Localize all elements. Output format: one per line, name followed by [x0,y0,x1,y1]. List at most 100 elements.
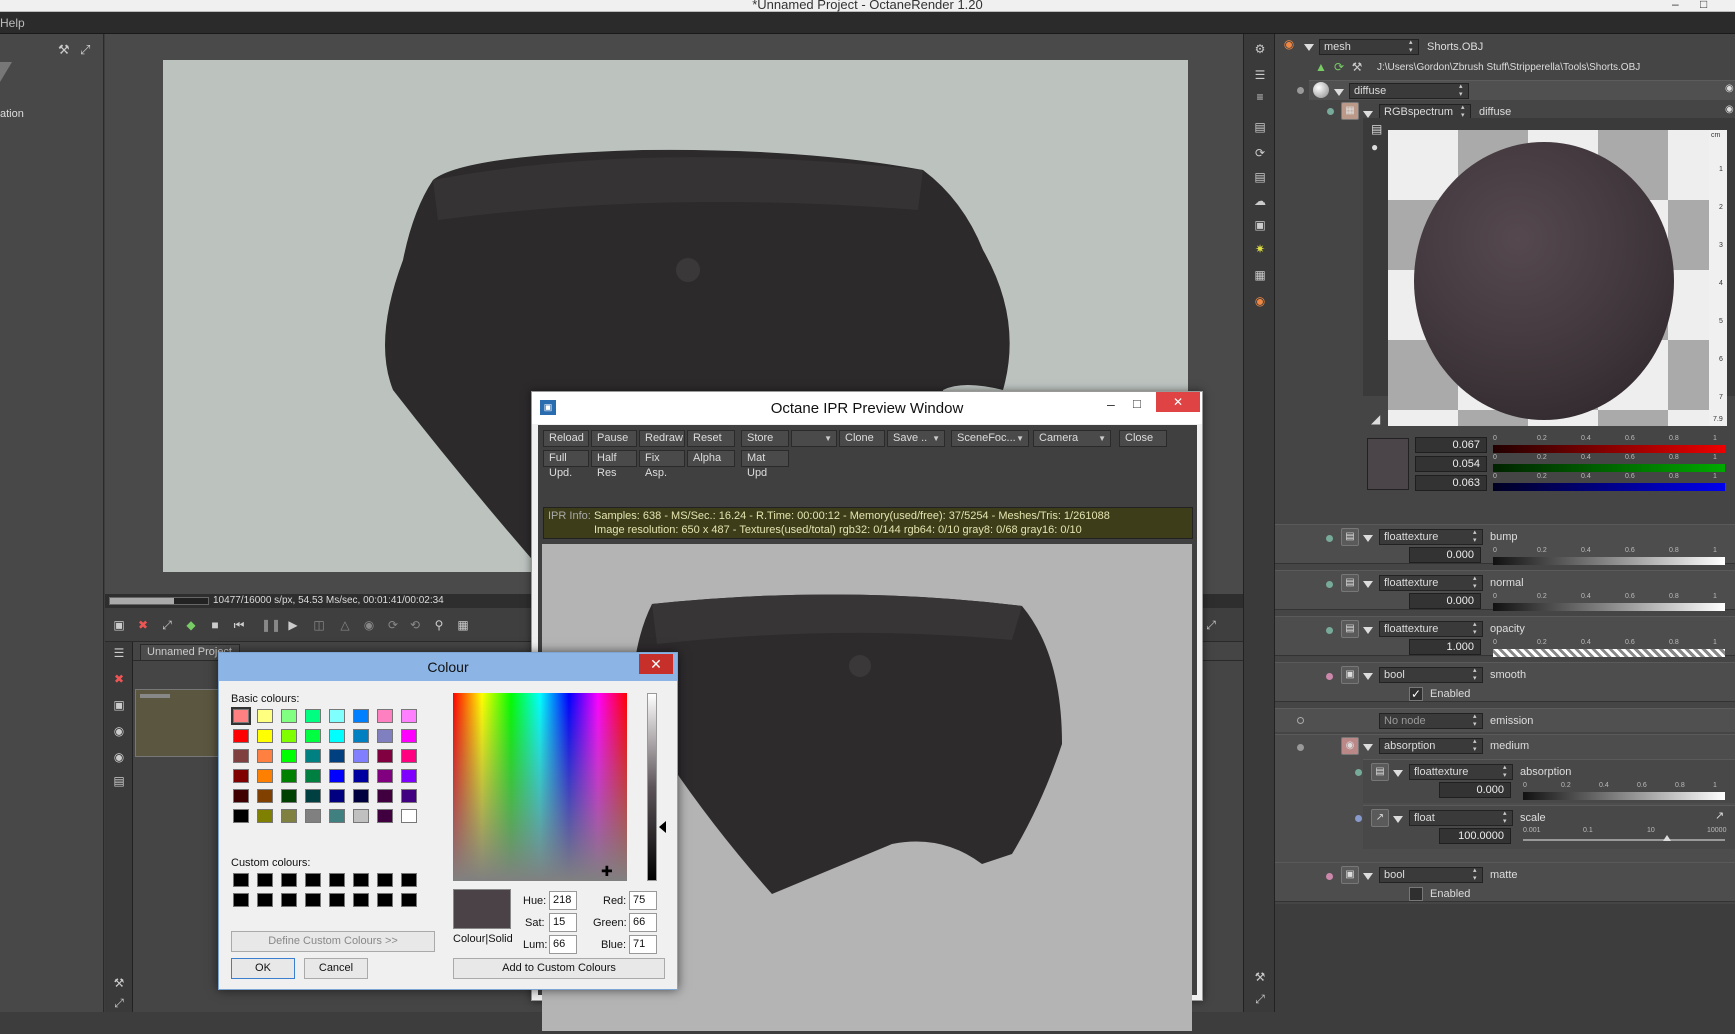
custom-colour-swatch[interactable] [329,873,345,887]
custom-colour-swatch[interactable] [401,873,417,887]
basic-colour-swatch[interactable] [401,709,417,723]
custom-colour-swatch[interactable] [281,893,297,907]
fullscreen-icon[interactable]: ⤢ [1203,618,1219,632]
basic-colour-swatch[interactable] [281,729,297,743]
basic-colour-swatch[interactable] [281,749,297,763]
zoom-icon[interactable]: ⚲ [431,618,447,632]
define-custom-colours-button[interactable]: Define Custom Colours >> [231,931,435,952]
red-input[interactable]: 75 [629,891,657,910]
luminance-pointer-icon[interactable] [659,821,666,833]
graph-wrench-icon[interactable]: ⚒ [111,976,127,990]
stop-icon[interactable]: ■ [207,618,223,632]
list-icon[interactable]: ≡ [1252,90,1268,104]
store-slot-dropdown[interactable] [791,430,837,447]
lum-input[interactable]: 66 [549,935,577,954]
image-icon[interactable]: ▤ [111,774,127,788]
basic-colour-swatch[interactable] [233,729,249,743]
rewind-icon[interactable]: ⏮ [231,618,247,632]
strip-wrench-icon[interactable]: ⚒ [1252,970,1268,984]
mesh-collapse-icon[interactable] [1304,44,1314,51]
normal-collapse-icon[interactable] [1363,581,1373,588]
cancel-render-icon[interactable]: ✖ [135,618,151,632]
reload-button[interactable]: Reload [543,430,589,447]
basic-colour-swatch[interactable] [305,809,321,823]
basic-colour-swatch[interactable] [233,789,249,803]
custom-colour-swatch[interactable] [353,893,369,907]
smooth-checkbox[interactable]: ✓ [1409,687,1423,701]
basic-colour-swatch[interactable] [353,769,369,783]
basic-colour-swatch[interactable] [329,709,345,723]
absorption-collapse-icon[interactable] [1393,770,1403,777]
collapse-arrow-icon[interactable] [0,62,12,82]
scale-slider[interactable] [1523,839,1725,841]
full-update-button[interactable]: Full Upd. [543,450,589,479]
matte-collapse-icon[interactable] [1363,873,1373,880]
camera-dropdown[interactable]: Camera [1033,430,1111,447]
matte-connector[interactable] [1326,873,1333,880]
basic-colour-swatch[interactable] [257,749,273,763]
bump-slider[interactable] [1493,557,1725,565]
custom-colour-swatch[interactable] [305,873,321,887]
grid-icon[interactable]: ▦ [455,618,471,632]
layers-icon[interactable]: ☰ [1252,68,1268,82]
custom-colour-swatch[interactable] [257,873,273,887]
absorption-value[interactable]: 0.000 [1439,782,1511,798]
ok-button[interactable]: OK [231,958,295,979]
pause-button[interactable]: Pause [591,430,637,447]
custom-colour-swatch[interactable] [257,893,273,907]
sat-input[interactable]: 15 [549,913,577,932]
basic-colour-swatch[interactable] [329,729,345,743]
green-value[interactable]: 0.054 [1415,456,1487,472]
basic-colour-swatch[interactable] [377,809,393,823]
basic-colour-swatch[interactable] [377,769,393,783]
custom-colour-swatch[interactable] [329,893,345,907]
basic-colour-swatch[interactable] [329,789,345,803]
diffuse-material-connector[interactable] [1297,87,1304,94]
blue-input[interactable]: 71 [629,935,657,954]
basic-colour-swatch[interactable] [353,789,369,803]
basic-colour-swatch[interactable] [353,729,369,743]
diffuse-material-collapse-icon[interactable] [1334,89,1344,96]
smooth-collapse-icon[interactable] [1363,673,1373,680]
ipr-minimize-icon[interactable]: – [1107,396,1115,412]
red-slider[interactable] [1493,445,1725,453]
normal-connector[interactable] [1326,581,1333,588]
basic-colour-swatch[interactable] [305,769,321,783]
basic-colour-swatch[interactable] [353,809,369,823]
scale-connector[interactable] [1355,815,1362,822]
reset-button[interactable]: Reset [687,430,735,447]
custom-colour-swatch[interactable] [353,873,369,887]
graph-layout-icon[interactable]: ☰ [111,646,127,660]
custom-colour-swatch[interactable] [377,893,393,907]
basic-colour-swatch[interactable] [281,709,297,723]
normal-type-dropdown[interactable]: floattexture [1379,575,1483,591]
opacity-collapse-icon[interactable] [1363,627,1373,634]
basic-colour-swatch[interactable] [305,729,321,743]
focus-icon[interactable]: △ [337,618,353,632]
basic-colour-swatch[interactable] [257,769,273,783]
close-button[interactable]: Close [1119,430,1167,447]
picture-icon[interactable]: ▤ [1252,120,1268,134]
pause-icon[interactable]: ❚❚ [261,618,281,632]
reload-mesh-icon[interactable]: ▲ [1313,60,1329,74]
basic-colour-swatch[interactable] [305,789,321,803]
basic-colour-swatch[interactable] [233,769,249,783]
basic-colour-swatch[interactable] [257,809,273,823]
opacity-type-dropdown[interactable]: floattexture [1379,621,1483,637]
visibility-eye-icon[interactable]: ◉ [1725,83,1734,94]
scene-focus-dropdown[interactable]: SceneFoc... [951,430,1029,447]
scale-slider-thumb[interactable] [1663,835,1672,841]
custom-colour-swatch[interactable] [233,873,249,887]
matte-type-dropdown[interactable]: bool [1379,867,1483,883]
opacity-slider[interactable] [1493,649,1725,657]
custom-colour-swatch[interactable] [281,873,297,887]
colour-spectrum[interactable]: ✚ [453,693,627,881]
cube-icon[interactable]: ◆ [183,618,199,632]
inspector-settings-icon[interactable]: ⚙ [1252,42,1268,56]
basic-colour-swatch[interactable] [281,769,297,783]
save-dropdown[interactable]: Save .. [887,430,945,447]
red-value[interactable]: 0.067 [1415,437,1487,453]
basic-colour-swatch[interactable] [401,809,417,823]
cancel-button[interactable]: Cancel [304,958,368,979]
basic-colour-swatch[interactable] [353,749,369,763]
